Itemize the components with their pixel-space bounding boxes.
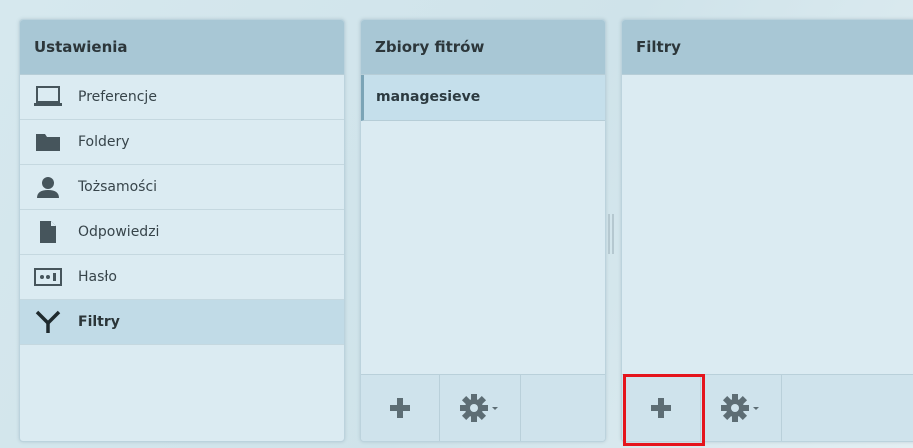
gear-icon bbox=[460, 394, 498, 422]
filter-actions-button[interactable] bbox=[701, 375, 782, 441]
filter-icon bbox=[32, 310, 64, 334]
filter-sets-toolbar bbox=[361, 374, 605, 441]
settings-item-identities[interactable]: Tożsamości bbox=[20, 165, 344, 210]
settings-title: Ustawienia bbox=[20, 20, 344, 75]
laptop-icon bbox=[32, 85, 64, 109]
settings-item-password[interactable]: Hasło bbox=[20, 255, 344, 300]
filter-sets-panel: Zbiory fitrów managesieve bbox=[360, 19, 606, 442]
user-icon bbox=[32, 175, 64, 199]
settings-item-label: Filtry bbox=[78, 314, 120, 330]
settings-item-responses[interactable]: Odpowiedzi bbox=[20, 210, 344, 255]
settings-item-folders[interactable]: Foldery bbox=[20, 120, 344, 165]
filters-title: Filtry bbox=[622, 20, 913, 75]
password-icon bbox=[32, 265, 64, 289]
filter-set-item[interactable]: managesieve bbox=[361, 75, 605, 121]
settings-panel: Ustawienia Preferencje Foldery Tożsamośc… bbox=[19, 19, 345, 442]
settings-item-label: Hasło bbox=[78, 269, 117, 285]
settings-item-label: Odpowiedzi bbox=[78, 224, 160, 240]
filter-set-actions-button[interactable] bbox=[440, 375, 521, 441]
settings-item-filters[interactable]: Filtry bbox=[20, 300, 344, 345]
settings-item-label: Preferencje bbox=[78, 89, 157, 105]
filter-sets-title: Zbiory fitrów bbox=[361, 20, 605, 75]
settings-item-preferences[interactable]: Preferencje bbox=[20, 75, 344, 120]
folder-icon bbox=[32, 130, 64, 154]
add-filter-highlight bbox=[623, 374, 705, 446]
settings-item-label: Foldery bbox=[78, 134, 130, 150]
settings-item-label: Tożsamości bbox=[78, 179, 158, 195]
add-filter-set-button[interactable] bbox=[361, 375, 440, 441]
plus-icon bbox=[390, 398, 410, 418]
document-icon bbox=[32, 220, 64, 244]
gear-icon bbox=[721, 394, 759, 422]
panel-resize-handle[interactable] bbox=[607, 214, 615, 254]
